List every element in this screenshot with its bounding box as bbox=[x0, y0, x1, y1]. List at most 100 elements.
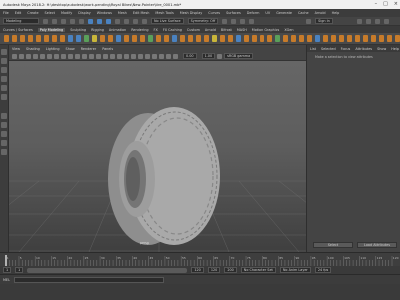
account-icon[interactable] bbox=[306, 18, 312, 24]
shelf-tab-fx[interactable]: FX bbox=[154, 28, 158, 32]
shelf-tool-icon[interactable] bbox=[267, 35, 273, 42]
viewport-menu-show[interactable]: Show bbox=[66, 47, 75, 51]
range-end-alt-field[interactable]: 200 bbox=[224, 267, 237, 273]
color-space-dropdown[interactable]: sRGB gamma bbox=[224, 53, 254, 59]
wireframe-icon[interactable] bbox=[82, 53, 87, 59]
shelf-tool-icon[interactable] bbox=[19, 35, 25, 42]
film-gate-icon[interactable] bbox=[40, 53, 45, 59]
shelf-tool-icon[interactable] bbox=[147, 35, 153, 42]
render-icon[interactable] bbox=[222, 18, 228, 24]
sign-in-dropdown[interactable]: Sign In bbox=[315, 18, 333, 24]
shelf-tool-icon[interactable] bbox=[155, 35, 161, 42]
menu-select[interactable]: Select bbox=[45, 11, 55, 15]
live-surface-dropdown[interactable]: No Live Surface bbox=[151, 18, 184, 24]
shelf-tool-icon[interactable] bbox=[227, 35, 233, 42]
attr-tab-selected[interactable]: Selected bbox=[321, 47, 336, 51]
wireframe-on-shaded-icon[interactable] bbox=[103, 53, 108, 59]
maximize-button[interactable]: □ bbox=[383, 1, 388, 7]
viewport-menu-view[interactable]: View bbox=[12, 47, 20, 51]
menu-deform[interactable]: Deform bbox=[247, 11, 260, 15]
anti-aliasing-icon[interactable] bbox=[145, 53, 150, 59]
shelf-tool-icon[interactable] bbox=[11, 35, 17, 42]
menu-mesh[interactable]: Mesh bbox=[118, 11, 127, 15]
shelf-tab-curves-surfaces[interactable]: Curves / Surfaces bbox=[3, 28, 33, 32]
shelf-tool-icon[interactable] bbox=[139, 35, 145, 42]
attr-tab-attributes[interactable]: Attributes bbox=[355, 47, 372, 51]
menu-create[interactable]: Create bbox=[27, 11, 38, 15]
far-clip-field[interactable]: 1.00 bbox=[201, 53, 216, 59]
shelf-tool-icon[interactable] bbox=[107, 35, 113, 42]
menu-edit[interactable]: Edit bbox=[15, 11, 22, 15]
menu-file[interactable]: File bbox=[3, 11, 9, 15]
attribute-editor-toggle-icon[interactable] bbox=[365, 18, 371, 24]
viewport-menu-renderer[interactable]: Renderer bbox=[81, 47, 96, 51]
shelf-tool-icon[interactable] bbox=[43, 35, 49, 42]
menu-display[interactable]: Display bbox=[78, 11, 91, 15]
shelf-tool-icon[interactable] bbox=[299, 35, 305, 42]
textured-icon[interactable] bbox=[110, 53, 115, 59]
attr-tab-focus[interactable]: Focus bbox=[341, 47, 351, 51]
viewport-menu-shading[interactable]: Shading bbox=[26, 47, 40, 51]
shelf-tool-icon[interactable] bbox=[379, 35, 385, 42]
range-inner-end-field[interactable]: 120 bbox=[191, 267, 204, 273]
shelf-tool-icon[interactable] bbox=[203, 35, 209, 42]
rotate-tool-icon[interactable] bbox=[1, 85, 7, 91]
shelf-tool-icon[interactable] bbox=[339, 35, 345, 42]
shelf-tab-rigging[interactable]: Rigging bbox=[91, 28, 104, 32]
shelf-tool-icon[interactable] bbox=[211, 35, 217, 42]
shelf-tool-icon[interactable] bbox=[243, 35, 249, 42]
current-frame-marker[interactable] bbox=[5, 255, 7, 266]
resolution-gate-icon[interactable] bbox=[47, 53, 52, 59]
shelf-tool-icon[interactable] bbox=[291, 35, 297, 42]
shelf-tool-icon[interactable] bbox=[27, 35, 33, 42]
safe-action-icon[interactable] bbox=[68, 53, 73, 59]
lasso-tool-icon[interactable] bbox=[1, 58, 7, 64]
shelf-tab-arnold[interactable]: Arnold bbox=[205, 28, 216, 32]
graph-editor-layout-icon[interactable] bbox=[1, 149, 7, 155]
select-tool-icon[interactable] bbox=[1, 49, 7, 55]
command-mode-label[interactable]: MEL bbox=[3, 278, 10, 282]
menu-cache[interactable]: Cache bbox=[298, 11, 309, 15]
undo-icon[interactable] bbox=[70, 18, 75, 24]
select-object-icon[interactable] bbox=[97, 18, 102, 24]
workspace-dropdown[interactable]: Modeling bbox=[3, 18, 39, 24]
shelf-tool-icon[interactable] bbox=[219, 35, 225, 42]
shelf-tool-icon[interactable] bbox=[355, 35, 361, 42]
range-slider[interactable] bbox=[27, 267, 188, 273]
shelf-tool-icon[interactable] bbox=[187, 35, 193, 42]
anim-layer-dropdown[interactable]: No Anim Layer bbox=[279, 267, 311, 273]
move-tool-icon[interactable] bbox=[1, 76, 7, 82]
perspective-viewport[interactable]: persp bbox=[9, 61, 306, 252]
safe-title-icon[interactable] bbox=[75, 53, 80, 59]
shelf-tool-icon[interactable] bbox=[347, 35, 353, 42]
viewport-menu-panels[interactable]: Panels bbox=[102, 47, 113, 51]
select-button[interactable]: Select bbox=[313, 242, 353, 248]
single-layout-icon[interactable] bbox=[1, 113, 7, 119]
shelf-tool-icon[interactable] bbox=[123, 35, 129, 42]
shelf-tab-mash[interactable]: MASH bbox=[237, 28, 247, 32]
save-scene-icon[interactable] bbox=[61, 18, 66, 24]
shelf-tool-icon[interactable] bbox=[371, 35, 377, 42]
ambient-occlusion-icon[interactable] bbox=[131, 53, 136, 59]
menu-modify[interactable]: Modify bbox=[61, 11, 72, 15]
ipr-render-icon[interactable] bbox=[231, 18, 237, 24]
use-all-lights-icon[interactable] bbox=[117, 53, 122, 59]
channel-box-icon[interactable] bbox=[383, 18, 389, 24]
close-button[interactable]: × bbox=[394, 1, 398, 7]
xray-components-icon[interactable] bbox=[173, 53, 178, 59]
snap-grid-icon[interactable] bbox=[115, 18, 120, 24]
default-material-icon[interactable] bbox=[96, 53, 101, 59]
shelf-tool-icon[interactable] bbox=[171, 35, 177, 42]
menu-mesh-tools[interactable]: Mesh Tools bbox=[155, 11, 173, 15]
menu-edit-mesh[interactable]: Edit Mesh bbox=[133, 11, 150, 15]
shelf-tool-icon[interactable] bbox=[251, 35, 257, 42]
shelf-tool-icon[interactable] bbox=[259, 35, 265, 42]
shelf-tool-icon[interactable] bbox=[315, 35, 321, 42]
shelf-tool-icon[interactable] bbox=[115, 35, 121, 42]
xray-joints-icon[interactable] bbox=[166, 53, 171, 59]
hypershade-icon[interactable] bbox=[249, 18, 255, 24]
camera-attributes-icon[interactable] bbox=[12, 53, 17, 59]
four-view-layout-icon[interactable] bbox=[1, 122, 7, 128]
snap-curve-icon[interactable] bbox=[124, 18, 129, 24]
tire-model[interactable] bbox=[108, 107, 220, 245]
